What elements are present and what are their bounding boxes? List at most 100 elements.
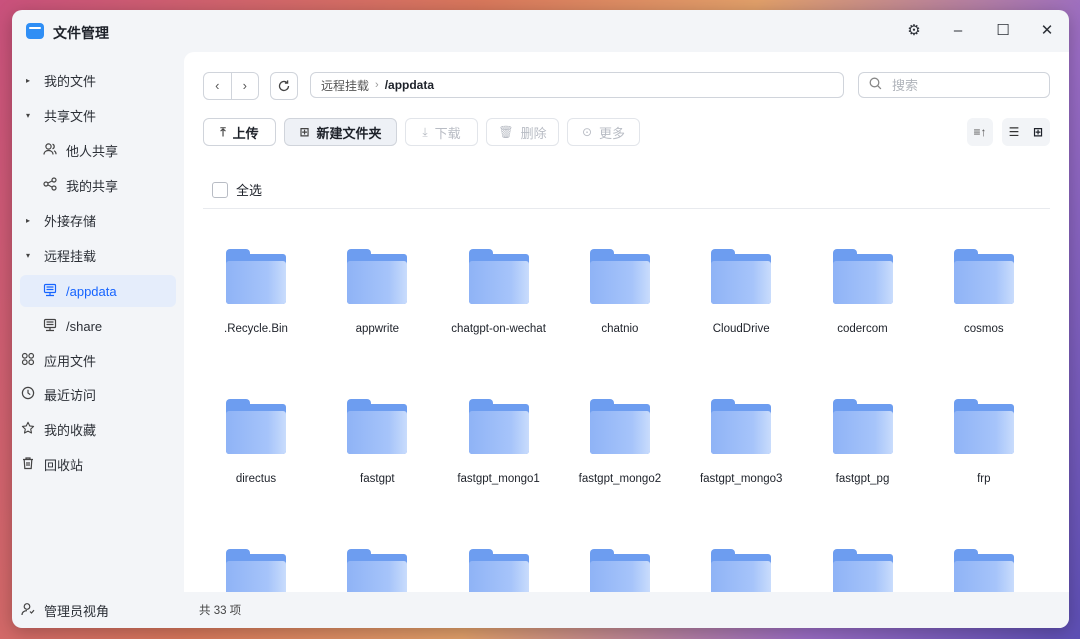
sidebar-item-label: 我的收藏 <box>44 422 97 438</box>
breadcrumb[interactable]: 远程挂载 › /appdata <box>310 72 844 98</box>
file-name: chatnio <box>601 323 639 335</box>
folder-icon <box>226 249 286 304</box>
sidebar-item-label: /appdata <box>66 283 117 299</box>
sidebar-item-my-files[interactable]: ▸ 我的文件 <box>20 64 176 96</box>
back-button[interactable]: ‹ <box>204 73 232 99</box>
select-all-label: 全选 <box>236 183 263 198</box>
search-icon <box>869 77 882 93</box>
view-toggle: ☰ ⊞ <box>1002 118 1050 146</box>
sidebar-item-shared-files[interactable]: ▾ 共享文件 <box>20 99 176 131</box>
grid-view-icon[interactable]: ⊞ <box>1026 118 1050 146</box>
upload-label: 上传 <box>232 125 259 141</box>
breadcrumb-item-remote-mount[interactable]: 远程挂载 <box>321 77 369 94</box>
maximize-button[interactable]: ☐ <box>992 20 1014 42</box>
caret-down-icon: ▾ <box>25 250 30 260</box>
sidebar-item-my-shares[interactable]: 我的共享 <box>20 169 176 201</box>
file-name: cosmos <box>963 323 1004 335</box>
select-all-checkbox[interactable] <box>212 181 228 198</box>
sidebar-item-others-shared[interactable]: 他人共享 <box>20 134 176 166</box>
folder-icon <box>953 399 1014 454</box>
item-count: 共 33 项 <box>199 605 242 617</box>
sidebar-item-share[interactable]: /share <box>20 310 176 342</box>
trash-icon: 🗑 <box>498 125 514 139</box>
sidebar-item-appdata[interactable]: /appdata <box>20 275 176 307</box>
folder-icon <box>832 249 893 304</box>
upload-icon: ⤒ <box>220 124 226 139</box>
download-label: 下载 <box>434 125 461 141</box>
new-folder-button[interactable]: ⊞ 新建文件夹 <box>284 118 397 146</box>
clock-icon <box>20 386 36 403</box>
breadcrumb-item-appdata[interactable]: /appdata <box>385 78 434 92</box>
search-box[interactable] <box>858 72 1050 98</box>
download-icon: ⤓ <box>422 124 428 139</box>
file-name: chatgpt-on-wechat <box>451 323 546 335</box>
people-icon <box>42 142 58 159</box>
file-name: frp <box>977 473 991 485</box>
sidebar-item-external-storage[interactable]: ▸ 外接存储 <box>20 204 176 236</box>
sidebar-item-recycle-bin[interactable]: 回收站 <box>20 448 176 480</box>
folder-icon <box>347 399 408 454</box>
select-all[interactable]: 全选 <box>212 180 262 199</box>
file-name: fastgpt <box>360 473 395 485</box>
file-name: fastgpt_mongo3 <box>699 473 783 485</box>
sidebar-item-app-files[interactable]: 应用文件 <box>20 344 176 376</box>
new-folder-label: 新建文件夹 <box>316 125 382 141</box>
more-icon: ⊙ <box>581 125 593 139</box>
settings-icon[interactable]: ⚙ <box>903 20 925 42</box>
forward-button[interactable]: › <box>232 73 259 99</box>
file-name: fastgpt_mongo1 <box>457 473 540 485</box>
search-input[interactable] <box>890 76 1034 94</box>
folder-icon <box>468 249 529 304</box>
app-title: 文件管理 <box>53 25 109 41</box>
server-icon <box>42 283 58 300</box>
divider <box>203 208 1050 209</box>
file-name: appwrite <box>355 323 400 335</box>
folder-icon <box>589 399 650 454</box>
minimize-button[interactable]: – <box>947 20 969 42</box>
folder-icon <box>711 549 772 592</box>
sidebar-item-label: 共享文件 <box>44 108 97 124</box>
folder-icon <box>347 249 408 304</box>
sidebar-item-favorites[interactable]: 我的收藏 <box>20 413 176 445</box>
caret-right-icon: ▸ <box>25 75 30 85</box>
sort-icon: ≡↑ <box>973 125 987 139</box>
file-name: codercom <box>837 323 888 335</box>
sidebar-item-label: 他人共享 <box>66 143 119 159</box>
sidebar-item-label: 最近访问 <box>44 387 97 403</box>
file-manager-app-icon <box>26 23 44 39</box>
list-view-icon[interactable]: ☰ <box>1002 118 1026 146</box>
nav-buttons: ‹ › <box>203 72 259 100</box>
folder-icon <box>953 549 1014 592</box>
sidebar-item-label: /share <box>66 318 103 334</box>
folder-icon <box>226 549 286 592</box>
more-button[interactable]: ⊙ 更多 <box>567 118 640 146</box>
admin-view-toggle[interactable]: 管理员视角 <box>20 592 176 628</box>
close-button[interactable]: ✕ <box>1036 20 1058 42</box>
sidebar-item-label: 回收站 <box>44 457 84 473</box>
sidebar-item-recent[interactable]: 最近访问 <box>20 378 176 410</box>
file-name: .Recycle.Bin <box>224 323 288 335</box>
sidebar-item-remote-mount[interactable]: ▾ 远程挂载 <box>20 239 176 271</box>
download-button[interactable]: ⤓ 下载 <box>405 118 478 146</box>
folder-icon <box>711 399 772 454</box>
refresh-icon <box>278 80 290 92</box>
folder-icon <box>832 549 893 592</box>
folder-icon <box>468 399 529 454</box>
title-bar: 文件管理 ⚙ – ☐ ✕ <box>12 10 1069 52</box>
upload-button[interactable]: ⤒ 上传 <box>203 118 276 146</box>
delete-button[interactable]: 🗑 删除 <box>486 118 559 146</box>
refresh-button[interactable] <box>270 72 298 100</box>
sidebar-item-label: 远程挂载 <box>44 248 97 264</box>
trash-icon <box>20 456 36 473</box>
sort-button[interactable]: ≡↑ <box>967 118 993 146</box>
file-name: CloudDrive <box>712 323 770 335</box>
share-icon <box>42 176 58 194</box>
sidebar-item-label: 外接存储 <box>44 213 97 229</box>
sidebar: ▸ 我的文件 ▾ 共享文件 他人共享 我的共享 ▸ 外接存储 ▾ 远程挂载 /a… <box>12 52 184 628</box>
folder-icon <box>589 549 650 592</box>
main-panel: ‹ › 远程挂载 › /appdata ⤒ 上传 ⊞ 新建文件夹 ⤓ 下载 🗑 删除 <box>184 52 1069 592</box>
apps-icon <box>20 352 36 369</box>
sidebar-item-label: 应用文件 <box>44 353 97 369</box>
server-icon <box>42 318 58 335</box>
file-name: fastgpt_pg <box>835 473 890 485</box>
